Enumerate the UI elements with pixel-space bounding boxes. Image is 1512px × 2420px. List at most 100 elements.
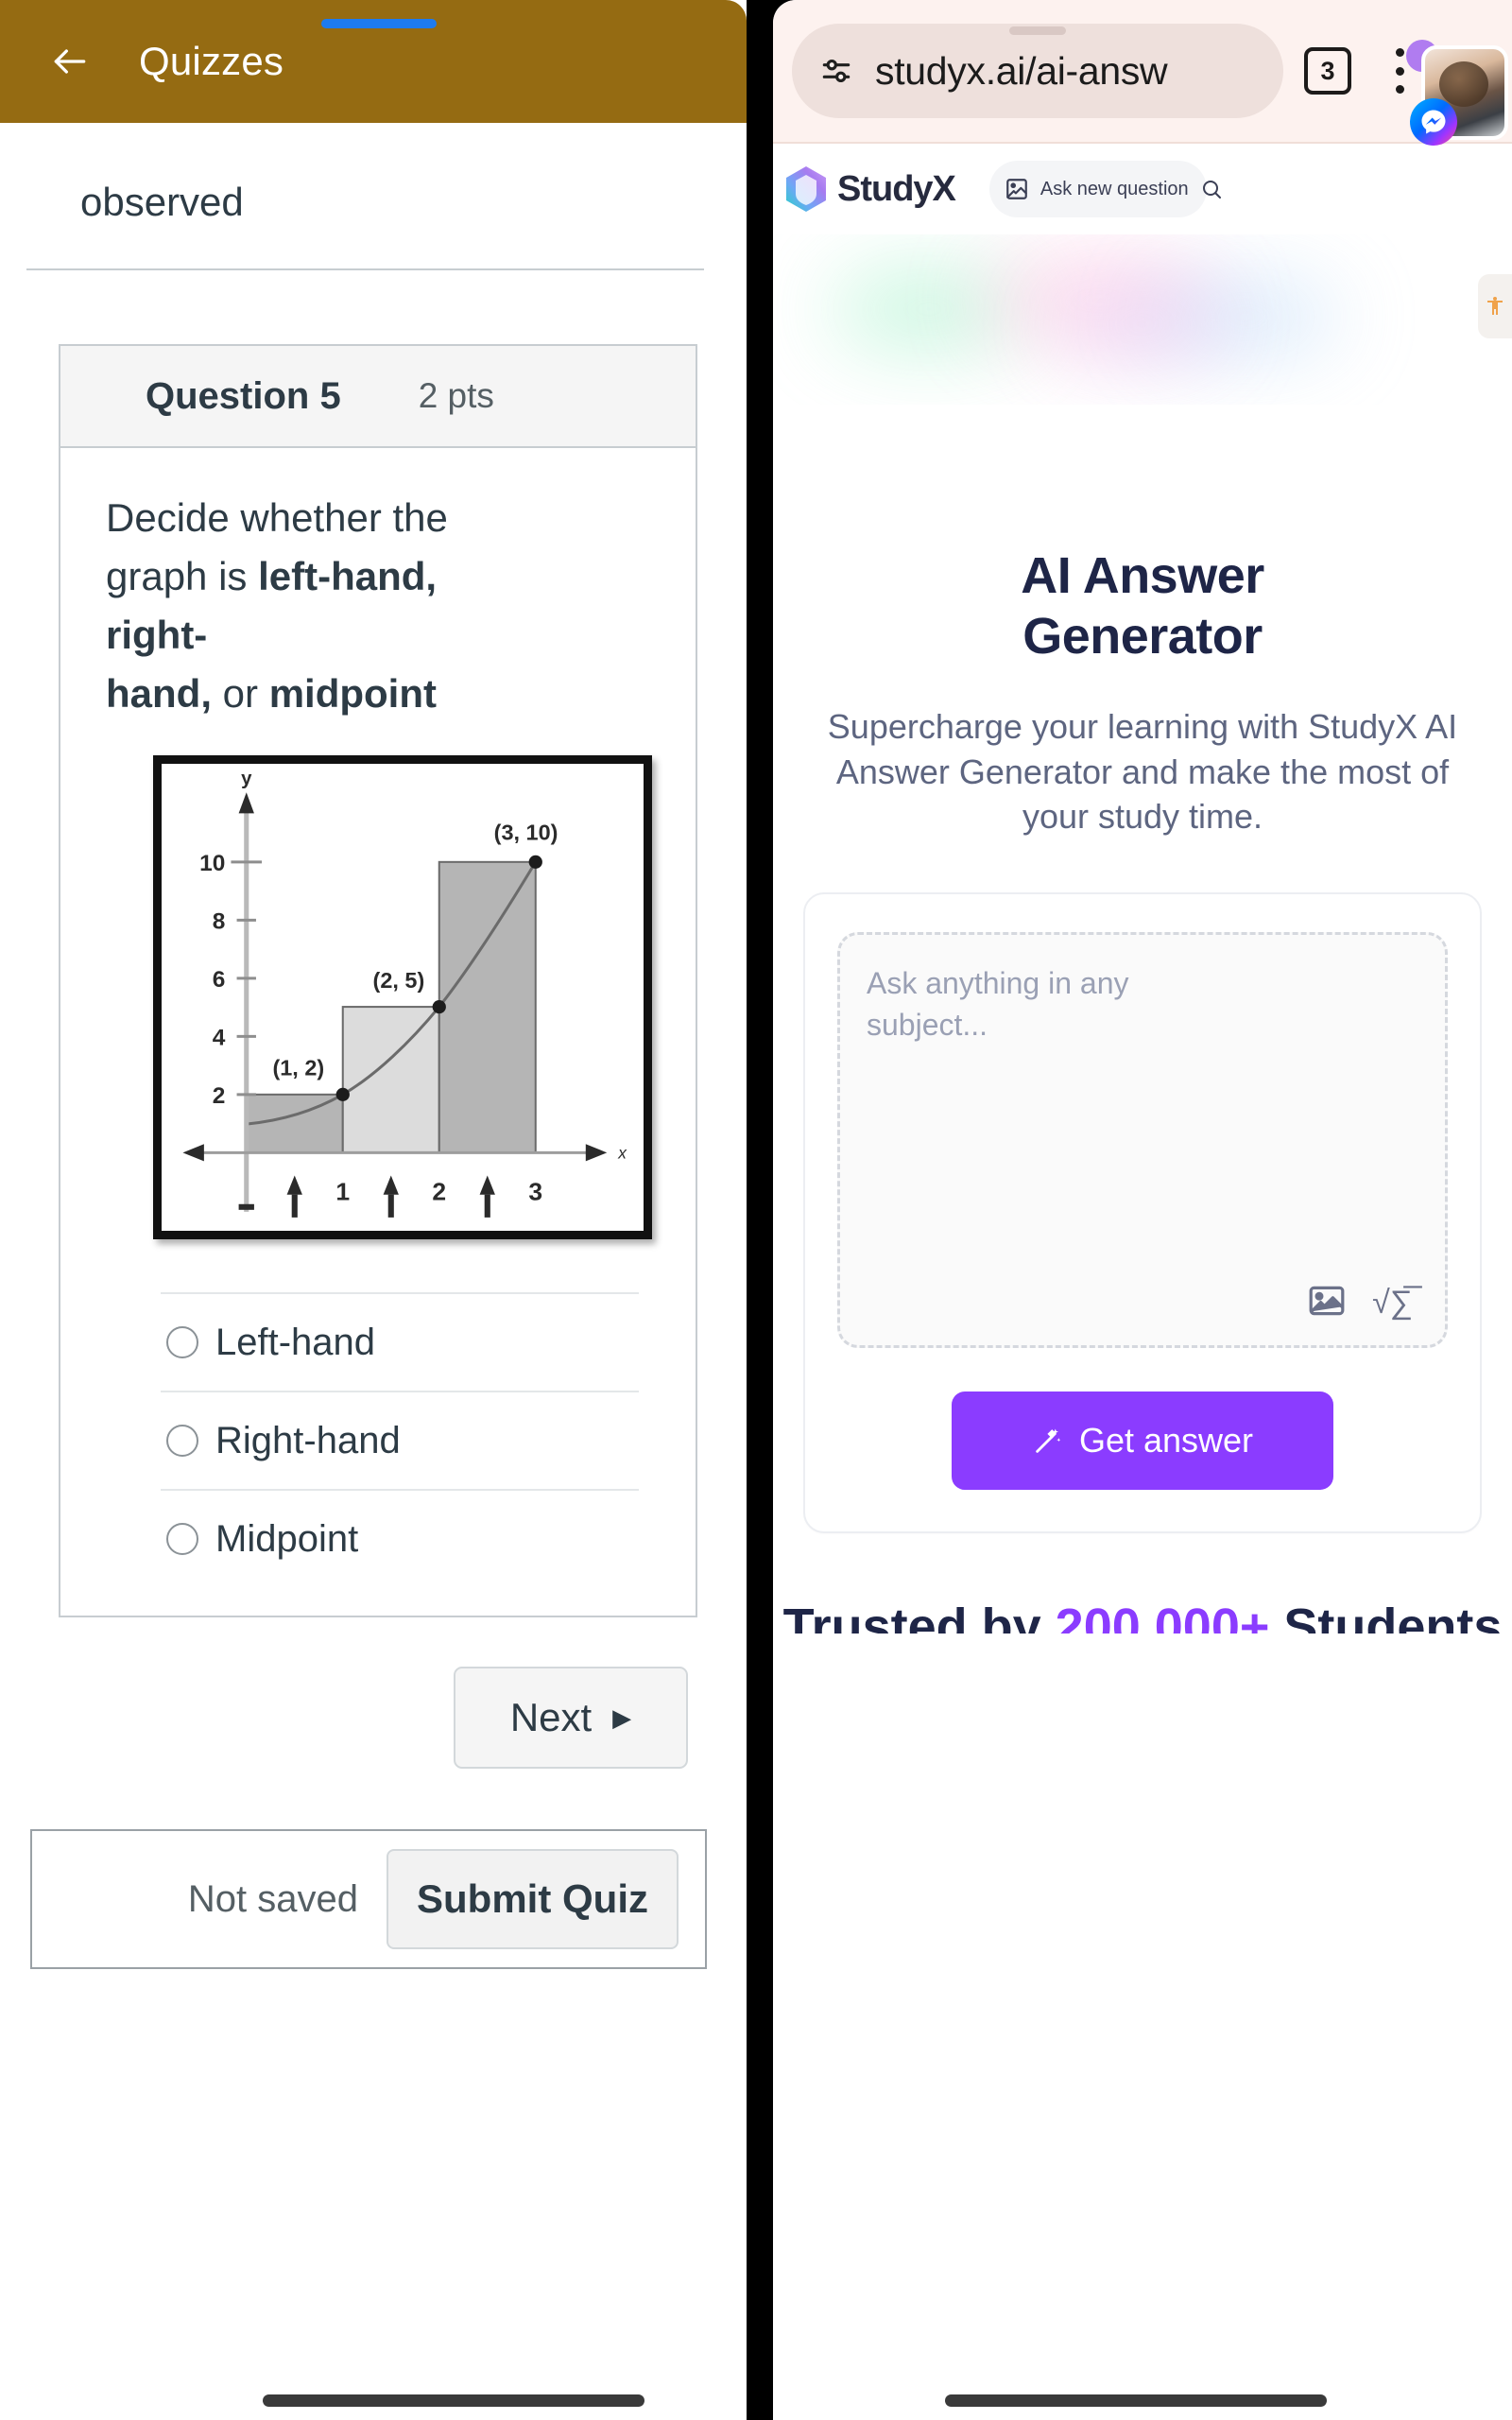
question-card: Question 5 2 pts Decide whether the grap… (59, 344, 697, 1618)
question-input-placeholder: Ask anything in any subject... (867, 965, 1129, 1042)
hero-title-line-1: AI Answer (1021, 547, 1264, 604)
submit-bar: Not saved Submit Quiz (30, 1829, 707, 1970)
blob-lavender (1057, 291, 1227, 357)
ask-new-question-label: Ask new question (1040, 178, 1189, 199)
question-points: 2 pts (418, 376, 494, 415)
page-title: AI Answer Generator (811, 546, 1474, 666)
get-answer-button[interactable]: Get answer (952, 1391, 1333, 1490)
next-button-label: Next (509, 1695, 593, 1740)
ask-question-card: Ask anything in any subject... √∑̅ Get a… (803, 891, 1482, 1533)
question-header: Question 5 2 pts (60, 346, 696, 448)
question-text-line-2-plain: graph is (106, 553, 259, 598)
caret-right-icon: ▶ (612, 1703, 632, 1733)
question-text-line-2: graph is left-hand, (106, 550, 650, 609)
split-screen-divider[interactable] (747, 0, 773, 2420)
radio-icon[interactable] (166, 1425, 198, 1458)
magic-wand-icon (1032, 1425, 1064, 1457)
riemann-sum-graph: y x 2 4 6 8 10 1 2 3 (1, 2) (2, 5) (3, 1… (162, 764, 644, 1232)
svg-text:(3, 10): (3, 10) (494, 821, 558, 845)
image-icon[interactable] (1308, 1286, 1346, 1321)
trusted-by-count: 200,000+ (1055, 1600, 1270, 1634)
answer-option-label: Left-hand (215, 1321, 376, 1363)
question-text-line-1: Decide whether the (106, 495, 448, 540)
stem-divider (26, 268, 704, 270)
answer-option-label: Midpoint (215, 1517, 359, 1560)
trusted-by-suffix: Students (1269, 1600, 1503, 1634)
tab-counter-button[interactable]: 3 (1304, 47, 1351, 95)
decorative-gradient-blobs (773, 234, 1512, 405)
svg-text:3: 3 (528, 1178, 542, 1206)
answer-options-list: Left-hand Right-hand Midpoint (161, 1292, 639, 1587)
hero-section: AI Answer Generator Supercharge your lea… (773, 405, 1512, 839)
save-status: Not saved (187, 1877, 358, 1920)
next-button[interactable]: Next ▶ (454, 1667, 688, 1770)
messenger-icon[interactable] (1410, 98, 1457, 146)
tune-icon[interactable] (818, 53, 854, 89)
question-stem-tail: observed (80, 180, 244, 224)
next-button-row: Next ▶ (0, 1617, 747, 1770)
menu-dot (1395, 85, 1404, 94)
studyx-wordmark: StudyX (837, 168, 956, 209)
svg-text:6: 6 (213, 967, 226, 993)
search-icon[interactable] (1200, 178, 1223, 200)
question-input[interactable]: Ask anything in any subject... √∑̅ (837, 931, 1448, 1348)
question-text-line-4-bold-a: hand, (106, 670, 212, 716)
quiz-scroll-area[interactable]: observed Question 5 2 pts Decide whether… (0, 123, 747, 2420)
radio-icon[interactable] (166, 1326, 198, 1359)
svg-text:10: 10 (199, 851, 225, 876)
quiz-app-pane: Quizzes observed Question 5 2 pts Decide… (0, 0, 747, 2420)
left-gesture-nav-bar[interactable] (263, 2394, 644, 2407)
submit-quiz-button[interactable]: Submit Quiz (387, 1849, 679, 1950)
math-formula-icon[interactable]: √∑̅ (1372, 1287, 1413, 1319)
image-icon[interactable] (1005, 177, 1029, 201)
question-text-line-3: right- (106, 609, 650, 667)
question-text-line-4: hand, or midpoint (106, 667, 650, 726)
address-bar[interactable]: studyx.ai/ai-answ (792, 24, 1283, 118)
answer-option-midpoint[interactable]: Midpoint (161, 1489, 639, 1587)
svg-text:y: y (241, 769, 252, 790)
hero-subtitle: Supercharge your learning with StudyX AI… (827, 707, 1458, 837)
svg-text:1: 1 (335, 1178, 350, 1206)
input-tools: √∑̅ (1308, 1286, 1413, 1321)
answer-option-right-hand[interactable]: Right-hand (161, 1391, 639, 1489)
browser-toolbar: studyx.ai/ai-answ 3 (773, 0, 1512, 144)
accessibility-icon (1487, 297, 1503, 315)
app-title: Quizzes (139, 39, 284, 83)
accessibility-tab-button[interactable] (1478, 274, 1512, 338)
answer-option-left-hand[interactable]: Left-hand (161, 1292, 639, 1391)
question-text-line-3-bold: right- (106, 612, 208, 657)
vertical-scrollbar[interactable] (736, 1153, 745, 1522)
get-answer-label: Get answer (1078, 1420, 1254, 1460)
studyx-logo[interactable]: StudyX (784, 165, 956, 213)
status-indicator-pill (321, 19, 437, 28)
hero-title-line-2: Generator (1022, 607, 1263, 665)
menu-dot (1395, 66, 1404, 76)
svg-text:(2, 5): (2, 5) (373, 968, 425, 993)
question-body: Decide whether the graph is left-hand, r… (60, 448, 696, 1616)
svg-text:(1, 2): (1, 2) (272, 1056, 324, 1080)
address-bar-url: studyx.ai/ai-answ (875, 48, 1168, 93)
back-arrow-icon[interactable] (43, 34, 97, 89)
svg-text:2: 2 (213, 1083, 226, 1109)
svg-text:4: 4 (213, 1026, 226, 1051)
drag-handle[interactable] (1009, 26, 1066, 35)
radio-icon[interactable] (166, 1523, 198, 1556)
svg-text:2: 2 (432, 1178, 446, 1206)
trusted-by-headline: Trusted by 200,000+ Students (773, 1601, 1512, 1634)
svg-text:8: 8 (213, 909, 226, 935)
question-text-line-4-plain: or (212, 670, 269, 716)
question-text-line-4-bold-b: midpoint (268, 670, 437, 716)
svg-text:x: x (617, 1144, 627, 1163)
ask-new-question-button[interactable]: Ask new question (988, 161, 1221, 217)
answer-option-label: Right-hand (215, 1419, 401, 1461)
trusted-by-prefix: Trusted by (782, 1600, 1056, 1634)
question-text-line-2-bold: left-hand, (258, 553, 438, 598)
studyx-site-header: StudyX Ask new question (773, 144, 1512, 234)
right-gesture-nav-bar[interactable] (945, 2394, 1327, 2407)
app-bar: Quizzes (0, 0, 747, 123)
menu-dot (1395, 48, 1404, 57)
question-title: Question 5 (146, 374, 341, 417)
studyx-hexagon-icon (784, 165, 828, 213)
floating-chat-head[interactable] (1406, 40, 1508, 146)
browser-pane: studyx.ai/ai-answ 3 StudyX Ask new quest… (773, 0, 1512, 2420)
